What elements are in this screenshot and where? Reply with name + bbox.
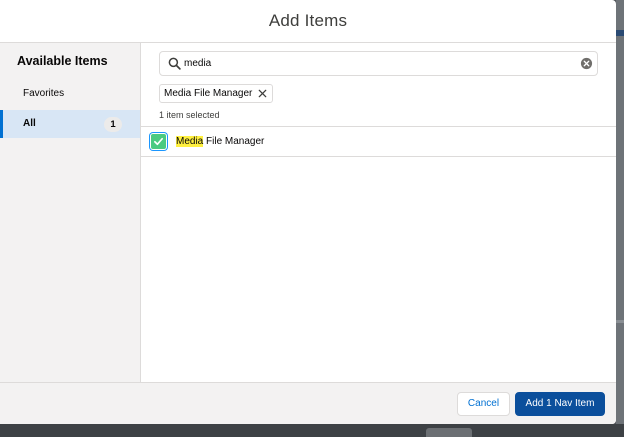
count-badge: 1 — [104, 117, 122, 132]
search-box — [159, 51, 598, 76]
main-panel: Media File Manager 1 item selected — [141, 43, 616, 382]
pill-label: Media File Manager — [164, 88, 253, 99]
background-strip — [616, 30, 624, 36]
sidebar-item-label: All — [23, 118, 36, 129]
selected-pill: Media File Manager — [159, 84, 274, 103]
check-icon — [154, 137, 163, 146]
background-tab — [426, 428, 472, 437]
sidebar-item-all[interactable]: All 1 — [0, 110, 140, 138]
add-items-modal: Add Items Available Items Favorites All … — [0, 0, 616, 424]
sidebar-item-favorites[interactable]: Favorites — [0, 80, 140, 108]
modal-header: Add Items — [0, 0, 616, 43]
close-icon[interactable] — [257, 88, 268, 99]
modal-title: Add Items — [268, 11, 348, 30]
modal-body: Available Items Favorites All 1 media Me… — [0, 43, 616, 382]
search-highlight: Media — [176, 136, 204, 147]
modal-footer: Cancel Add 1 Nav Item — [0, 382, 616, 424]
list-item[interactable]: Media File Manager — [141, 127, 616, 157]
search-input[interactable] — [160, 52, 597, 75]
selected-pills: Media File Manager — [159, 83, 598, 103]
sidebar: Available Items Favorites All 1 — [0, 43, 141, 382]
background-page-bottom — [0, 424, 624, 437]
result-label-rest: File Manager — [203, 136, 265, 147]
search-icon — [168, 57, 181, 70]
results-list: Media File Manager — [141, 126, 616, 157]
background-page-edge — [616, 0, 624, 437]
add-nav-item-button[interactable]: Add 1 Nav Item — [515, 391, 605, 416]
cancel-button[interactable]: Cancel — [457, 391, 510, 416]
clear-icon[interactable] — [580, 57, 593, 70]
sidebar-item-label: Favorites — [23, 88, 65, 99]
main-top: Media File Manager 1 item selected — [141, 43, 616, 122]
sidebar-heading: Available Items — [17, 54, 108, 68]
background-strip — [616, 320, 624, 323]
selected-count: 1 item selected — [159, 110, 220, 120]
result-label: Media File Manager — [176, 136, 264, 147]
checkbox[interactable] — [150, 133, 167, 150]
